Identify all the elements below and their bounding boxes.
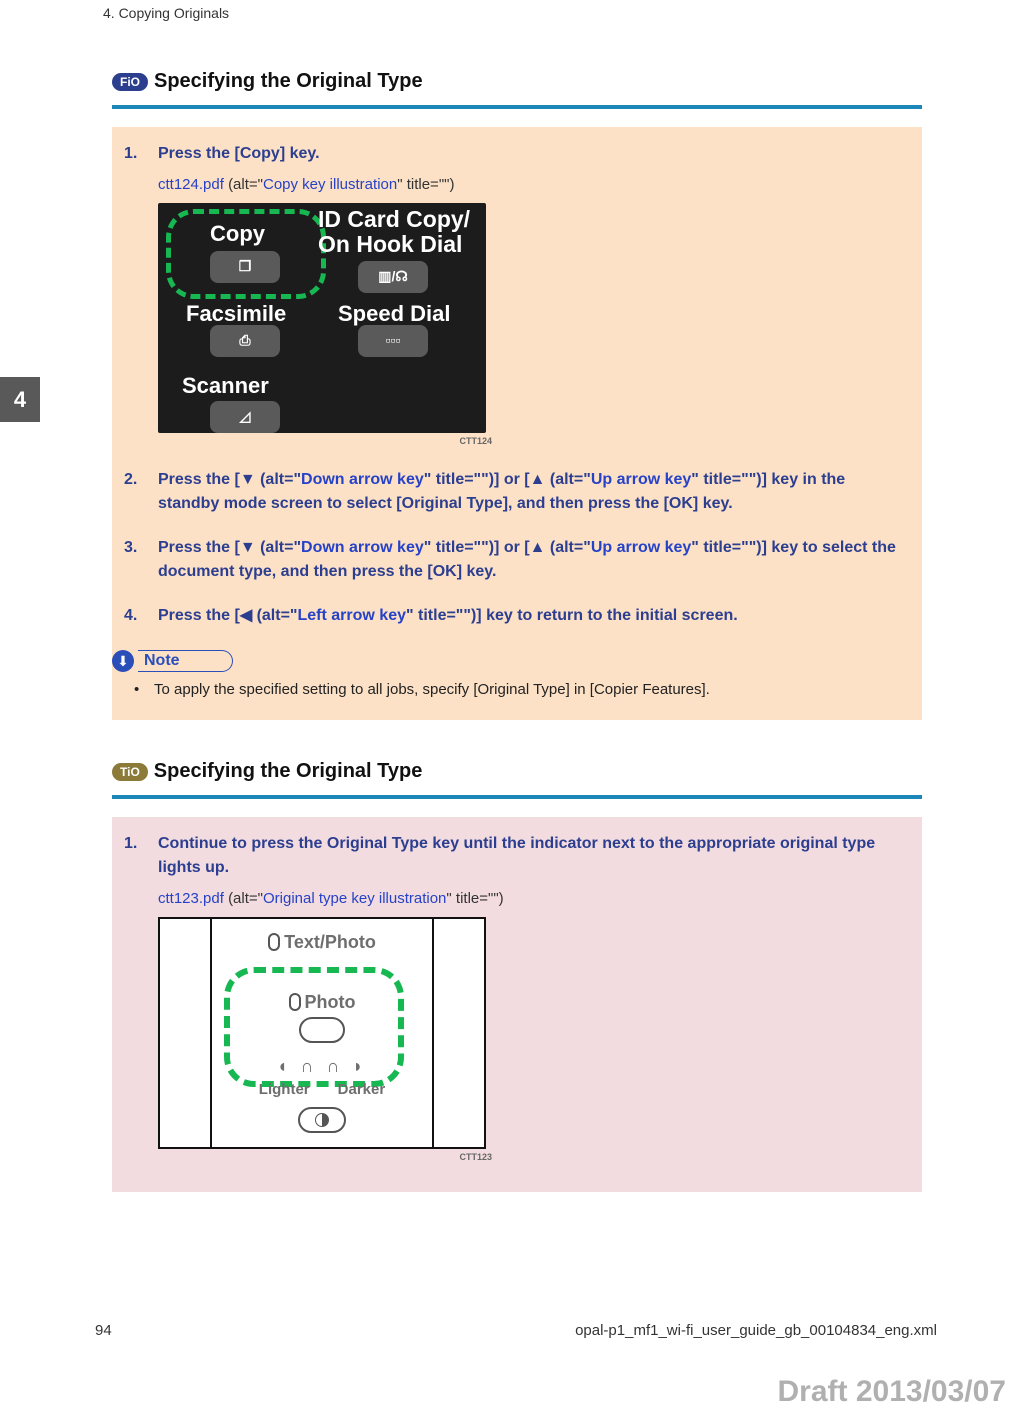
fig1-alt-link[interactable]: Copy key illustration (263, 176, 397, 193)
chapter-side-tab: 4 (0, 377, 40, 422)
note-icon: ⬇ (112, 650, 134, 672)
section-b-heading: TiO Specifying the Original Type (112, 760, 922, 799)
fig1-alt-suffix: " title="") (397, 176, 454, 193)
contrast-icon (315, 1113, 329, 1127)
label-lighter: Lighter (259, 1079, 310, 1102)
fax-icon: ⎙ (239, 330, 250, 351)
note-item-1: To apply the specified setting to all jo… (134, 678, 910, 702)
section-a-body: Press the [Copy] key. ctt124.pdf (alt="C… (112, 127, 922, 720)
section-b-body: Continue to press the Original Type key … (112, 817, 922, 1192)
original-type-panel: Text/Photo Photo ◖ ∩ ∩ ◗ (158, 917, 486, 1149)
fig2-pdf-link[interactable]: ctt123.pdf (158, 890, 224, 907)
idcard-line2: On Hook Dial (318, 231, 462, 257)
step-4: Press the [◀ (alt="Left arrow key" title… (124, 594, 910, 638)
note-list: To apply the specified setting to all jo… (112, 678, 922, 702)
speed-dial-key: ▫▫▫ (358, 325, 428, 357)
row-density-marks: ◖ ∩ ∩ ◗ (160, 1053, 484, 1080)
idcard-key: ▥/☊ (358, 261, 428, 293)
s2-link1[interactable]: Down arrow key (301, 471, 424, 488)
density-key (298, 1107, 346, 1133)
led-textphoto (268, 933, 280, 951)
scanner-key: ◿ (210, 401, 280, 433)
source-file: opal-p1_mf1_wi-fi_user_guide_gb_00104834… (575, 1322, 937, 1339)
s4-link1[interactable]: Left arrow key (298, 607, 406, 624)
label-copy: Copy (210, 217, 265, 250)
s3-link2[interactable]: Up arrow key (591, 539, 691, 556)
fig1-alt-prefix: (alt=" (228, 176, 263, 193)
step-2: Press the [▼ (alt="Down arrow key" title… (124, 458, 910, 526)
row-photo: Photo (160, 989, 484, 1016)
section-a-steps: Press the [Copy] key. ctt124.pdf (alt="C… (112, 132, 922, 638)
page-number: 94 (95, 1322, 112, 1339)
tio-badge: TiO (112, 763, 148, 781)
s2-p2: " title="")] or [▲ (alt=" (424, 471, 591, 488)
s3-p1: Press the [▼ (alt=" (158, 539, 301, 556)
step-b1: Continue to press the Original Type key … (124, 822, 910, 1174)
idcard-line1: ID Card Copy/ (318, 206, 470, 232)
fig2-caption: ctt123.pdf (alt="Original type key illus… (158, 888, 910, 911)
label-photo: Photo (305, 989, 356, 1016)
s4-p2: " title="")] key to return to the initia… (406, 607, 738, 624)
s4-p1: Press the [◀ (alt=" (158, 607, 298, 624)
step-1: Press the [Copy] key. ctt124.pdf (alt="C… (124, 132, 910, 458)
fig2-code: CTT123 (158, 1151, 492, 1165)
s3-p2: " title="")] or [▲ (alt=" (424, 539, 591, 556)
step-b1-text: Continue to press the Original Type key … (158, 835, 875, 876)
row-contrast-key (160, 1107, 484, 1133)
row-textphoto: Text/Photo (160, 929, 484, 956)
figure-2: Text/Photo Photo ◖ ∩ ∩ ◗ (158, 917, 492, 1165)
fig1-pdf-link[interactable]: ctt124.pdf (158, 176, 224, 193)
chapter-header: 4. Copying Originals (103, 5, 229, 21)
label-idcard: ID Card Copy/ On Hook Dial (318, 207, 470, 258)
s3-link1[interactable]: Down arrow key (301, 539, 424, 556)
original-type-key (299, 1017, 345, 1043)
row-origtype-key (160, 1017, 484, 1043)
fax-key: ⎙ (210, 325, 280, 357)
step-3: Press the [▼ (alt="Down arrow key" title… (124, 526, 910, 594)
control-panel-illustration: Copy ❐ Facsimile ⎙ Scanner ◿ ID Card Cop… (158, 203, 486, 433)
fio-badge: FiO (112, 73, 148, 91)
section-b-title: Specifying the Original Type (154, 760, 423, 783)
label-scanner: Scanner (182, 369, 269, 402)
fig2-alt-prefix: (alt=" (228, 890, 263, 907)
label-darker: Darker (338, 1079, 386, 1102)
s2-p1: Press the [▼ (alt=" (158, 471, 301, 488)
section-b-steps: Continue to press the Original Type key … (112, 822, 922, 1174)
density-marks: ◖ ∩ ∩ ◗ (277, 1053, 368, 1080)
scanner-icon: ◿ (240, 406, 251, 427)
fig2-alt-suffix: " title="") (446, 890, 503, 907)
copy-key: ❐ (210, 251, 280, 283)
copy-icon: ❐ (239, 256, 252, 277)
led-photo (289, 993, 301, 1011)
draft-stamp: Draft 2013/03/07 (778, 1375, 1007, 1409)
fig1-caption: ctt124.pdf (alt="Copy key illustration" … (158, 174, 910, 197)
s2-link2[interactable]: Up arrow key (591, 471, 691, 488)
label-textphoto: Text/Photo (284, 929, 376, 956)
row-lighter-darker: Lighter Darker (160, 1079, 484, 1102)
speed-dial-icon: ▫▫▫ (386, 330, 401, 351)
figure-1: Copy ❐ Facsimile ⎙ Scanner ◿ ID Card Cop… (158, 203, 492, 449)
note-heading: ⬇ Note (112, 650, 922, 672)
section-a-heading: FiO Specifying the Original Type (112, 70, 922, 109)
step-1-text: Press the [Copy] key. (158, 145, 320, 162)
note-label: Note (138, 650, 233, 672)
fig2-alt-link[interactable]: Original type key illustration (263, 890, 446, 907)
section-a-title: Specifying the Original Type (154, 70, 423, 93)
fig1-code: CTT124 (158, 435, 492, 449)
page-content: FiO Specifying the Original Type Press t… (112, 70, 922, 1192)
idcard-icon: ▥/☊ (378, 266, 408, 287)
